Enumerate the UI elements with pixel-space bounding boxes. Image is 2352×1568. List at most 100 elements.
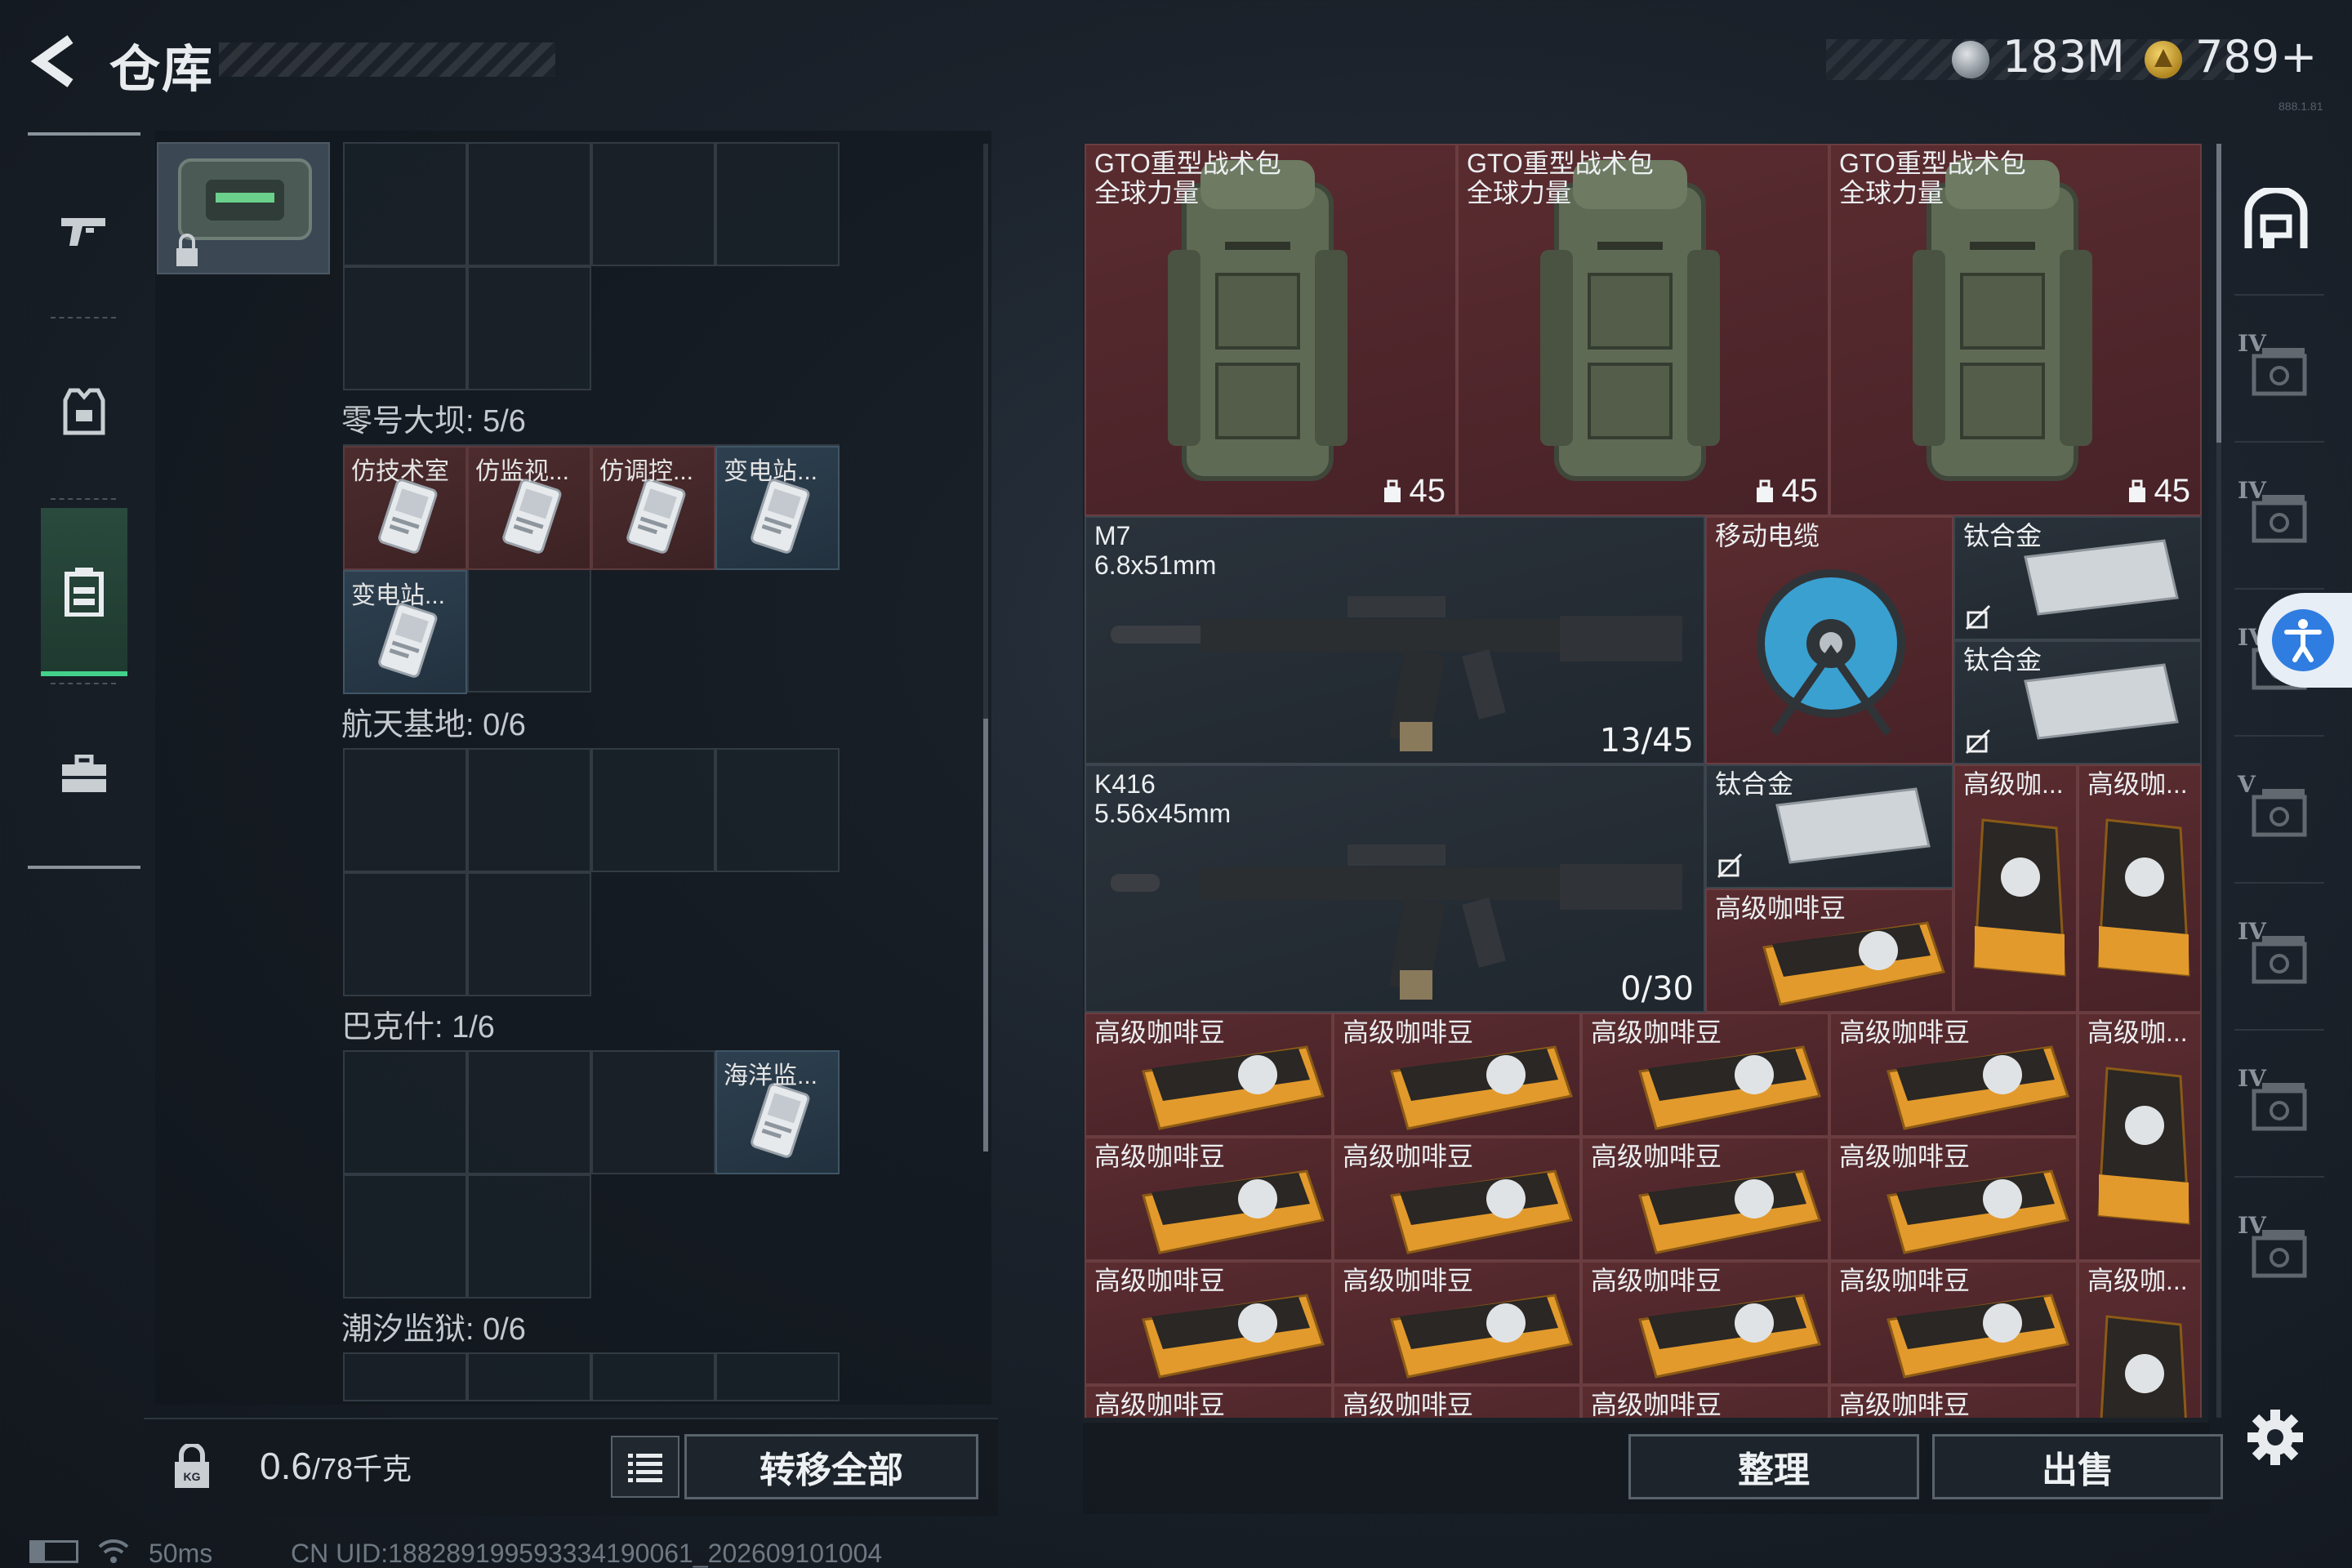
container-cell[interactable] [343, 748, 467, 872]
coffee-beans-item[interactable]: 高级咖啡豆 [1581, 1261, 1829, 1385]
transfer-all-button[interactable]: 转移全部 [684, 1434, 978, 1499]
container-cell[interactable] [343, 1352, 467, 1401]
container-cell[interactable] [467, 142, 591, 266]
k416-rifle-item[interactable]: K416 5.56x45mm 0/30 [1085, 764, 1705, 1013]
backpack-item[interactable]: GTO重型战术包 全球力量 45 [1457, 144, 1829, 516]
coffee-beans-item[interactable]: 高级咖啡豆 [1085, 1137, 1333, 1261]
keycard-item[interactable]: 仿调控... [591, 446, 715, 570]
weight-icon [1383, 479, 1401, 502]
container-cell[interactable] [591, 1352, 715, 1401]
settings-button[interactable] [2246, 1408, 2305, 1467]
capacity-value: 45 [2154, 473, 2191, 509]
left-scrollbar-thumb[interactable] [983, 719, 988, 1152]
lock-icon [176, 234, 198, 266]
container-cell[interactable] [343, 872, 467, 996]
coffee-beans-item[interactable]: 高级咖啡豆 [1581, 1385, 1829, 1418]
backpack-capacity: 45 [1754, 473, 1819, 510]
stash-grid: GTO重型战术包 全球力量 45 GTO重型战术包 全球力量 45 GTO重型战术包 全球力量… [1085, 144, 2208, 1418]
nav-top-line [28, 132, 140, 136]
container-cell[interactable] [591, 142, 715, 266]
container-cell[interactable] [467, 568, 591, 693]
coffee-beans-item[interactable]: 高级咖啡豆 [1829, 1385, 2078, 1418]
storage-container-slot[interactable]: IV [2223, 294, 2329, 441]
ping-readout: 50ms [149, 1539, 213, 1568]
coffee-beans-item[interactable]: 高级咖啡豆 [1085, 1013, 1333, 1137]
item-name: 高级咖啡豆 [1715, 893, 1846, 923]
item-name: 钛合金 [1963, 521, 2042, 550]
backpack-item[interactable]: GTO重型战术包 全球力量 45 [1085, 144, 1457, 516]
container-cell[interactable] [467, 872, 591, 996]
container-cell[interactable] [715, 748, 840, 872]
storage-container-slot[interactable]: V [2223, 735, 2329, 882]
container-cell[interactable] [343, 266, 467, 390]
power-cable-item[interactable]: 移动电缆 [1705, 516, 1953, 764]
secure-case-thumbnail[interactable] [157, 142, 330, 274]
accessibility-button[interactable] [2257, 593, 2352, 688]
container-cell[interactable] [715, 1352, 840, 1401]
coffee-beans-item[interactable]: 高级咖啡豆 [1085, 1385, 1333, 1418]
nav-backpack[interactable] [28, 510, 140, 673]
coffee-beans-item[interactable]: 高级咖啡豆 [1829, 1261, 2078, 1385]
storage-container-slot[interactable]: IV [2223, 1029, 2329, 1176]
sort-button[interactable]: 整理 [1628, 1434, 1919, 1499]
coffee-beans-item[interactable]: 高级咖... [2078, 1013, 2202, 1261]
nav-weapons[interactable] [28, 149, 140, 312]
keycard-item[interactable]: 变电站... [343, 570, 467, 694]
container-cell[interactable] [467, 1352, 591, 1401]
keycard-item[interactable]: 仿技术室 [343, 446, 467, 570]
item-name: 高级咖... [2087, 1018, 2188, 1047]
stash-scrollbar-thumb[interactable] [2216, 144, 2221, 443]
nav-separator [51, 317, 116, 318]
coffee-beans-item[interactable]: 高级咖啡豆 [1333, 1261, 1581, 1385]
container-cell[interactable] [591, 1050, 715, 1174]
nav-toolbox[interactable] [28, 693, 140, 856]
container-cell[interactable] [467, 1174, 591, 1298]
container-cell[interactable] [343, 142, 467, 266]
coffee-beans-item[interactable]: 高级咖啡豆 [1829, 1137, 2078, 1261]
nav-armor[interactable] [28, 330, 140, 493]
backpack-item[interactable]: GTO重型战术包 全球力量 45 [1829, 144, 2202, 516]
stash-main-tab[interactable] [2223, 147, 2329, 294]
container-cell[interactable] [343, 1174, 467, 1298]
coffee-beans-item[interactable]: 高级咖啡豆 [1333, 1013, 1581, 1137]
coffee-beans-item[interactable]: 高级咖... [1953, 764, 2078, 1013]
coffee-beans-item[interactable]: 高级咖啡豆 [1705, 889, 1953, 1013]
titanium-item[interactable]: 钛合金 [1953, 516, 2202, 640]
coin-icon [1952, 41, 1989, 78]
weapon-name: K416 [1094, 769, 1156, 799]
m7-rifle-item[interactable]: M7 6.8x51mm 13/45 [1085, 516, 1705, 764]
capacity-value: 45 [1781, 473, 1819, 509]
storage-container-slot[interactable]: IV [2223, 441, 2329, 588]
coffee-bag-image [1886, 1294, 2069, 1379]
keycard-item[interactable]: 变电站... [715, 446, 840, 570]
coffee-beans-item[interactable]: 高级咖... [2078, 1261, 2202, 1418]
coffee-bag-image [1142, 1294, 1325, 1379]
keycard-item[interactable]: 仿监视... [467, 446, 591, 570]
container-cell[interactable] [715, 142, 840, 266]
coffee-beans-item[interactable]: 高级咖啡豆 [1333, 1137, 1581, 1261]
coffee-beans-item[interactable]: 高级咖啡豆 [1581, 1137, 1829, 1261]
storage-container-slot[interactable]: IV [2223, 882, 2329, 1029]
coffee-beans-item[interactable]: 高级咖... [2078, 764, 2202, 1013]
titanium-item[interactable]: 钛合金 [1953, 640, 2202, 764]
container-cell[interactable] [343, 1050, 467, 1174]
container-cell[interactable] [591, 748, 715, 872]
keycard-item[interactable]: 海洋监... [715, 1050, 840, 1174]
uid-readout: CN UID:18828919959333419006‌1_2026091010… [291, 1539, 883, 1568]
add-currency-button[interactable]: + [2280, 31, 2317, 82]
titanium-item[interactable]: 钛合金 [1705, 764, 1953, 889]
coffee-beans-item[interactable]: 高级咖啡豆 [1581, 1013, 1829, 1137]
storage-container-slot[interactable]: IV [2223, 1176, 2329, 1323]
coffee-beans-item[interactable]: 高级咖啡豆 [1829, 1013, 2078, 1137]
item-name: 高级咖... [2087, 1266, 2188, 1295]
coffee-beans-item[interactable]: 高级咖啡豆 [1085, 1261, 1333, 1385]
coffee-beans-item[interactable]: 高级咖啡豆 [1333, 1385, 1581, 1418]
container-cell[interactable] [467, 1050, 591, 1174]
list-view-button[interactable] [611, 1436, 679, 1498]
sell-button[interactable]: 出售 [1932, 1434, 2223, 1499]
back-button[interactable] [28, 33, 85, 90]
container-cell[interactable] [467, 748, 591, 872]
item-name: 钛合金 [1715, 769, 1794, 799]
toolbox-icon [62, 755, 106, 792]
container-cell[interactable] [467, 266, 591, 390]
